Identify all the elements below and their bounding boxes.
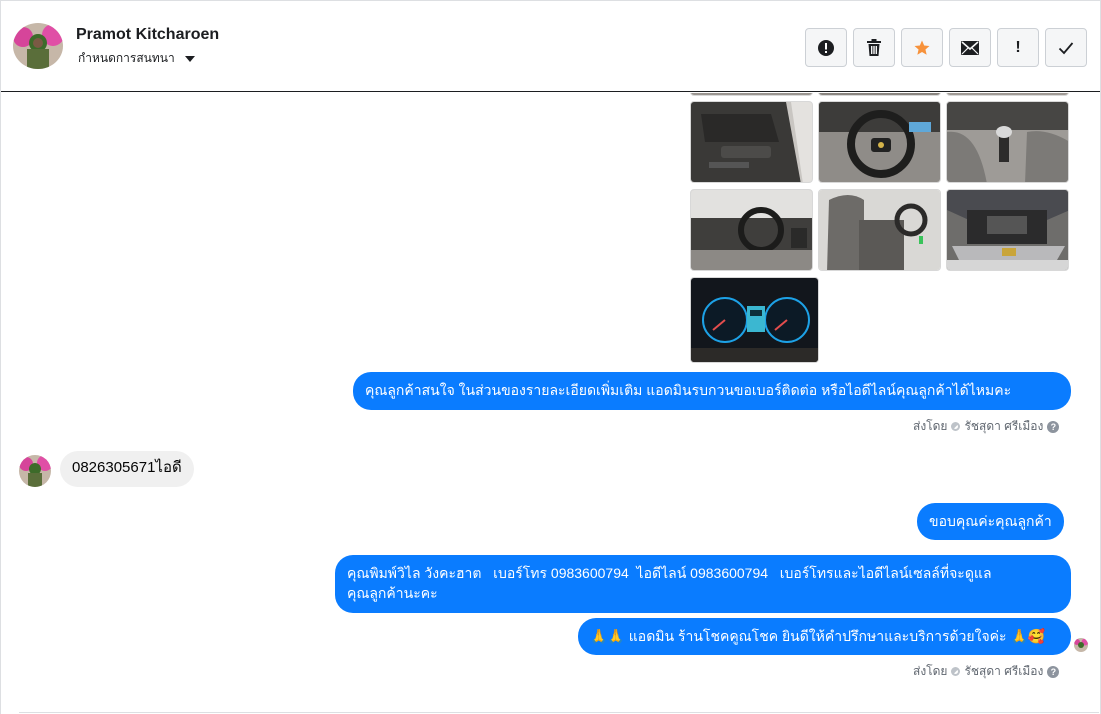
alert-circle-icon <box>818 39 834 56</box>
outgoing-message-thanks[interactable]: ขอบคุณค่ะคุณลูกค้า <box>917 503 1064 540</box>
sent-by-prefix: ส่งโดย <box>913 419 948 433</box>
message-text: คุณลูกค้าสนใจ ในส่วนของรายละเอียดเพิ่มเต… <box>365 382 1012 398</box>
checkmark-icon <box>1058 41 1074 54</box>
sent-by-label: ส่งโดย รัชสุดา ศรีเมือง ? <box>913 662 1060 681</box>
star-icon <box>914 40 930 55</box>
photo-cropped-top[interactable] <box>690 93 813 96</box>
sent-by-agent: รัชสุดา ศรีเมือง <box>964 419 1044 433</box>
photo-cropped-top[interactable] <box>946 93 1069 96</box>
photo-instrument-cluster[interactable] <box>690 277 819 363</box>
conversation-header: Pramot Kitcharoen กำหนดการสนทนา ! <box>1 0 1100 92</box>
trash-icon <box>867 38 881 56</box>
help-icon[interactable]: ? <box>1047 665 1060 678</box>
composer-divider <box>19 712 1099 713</box>
envelope-icon <box>961 40 979 55</box>
message-text-line-1: คุณพิมพ์วิไล วังคะฮาต เบอร์โทร 098360079… <box>347 565 992 581</box>
star-button[interactable] <box>901 28 943 67</box>
contact-avatar[interactable] <box>13 23 63 69</box>
contact-name: Pramot Kitcharoen <box>76 26 220 43</box>
message-text-line-2: คุณลูกค้านะคะ <box>347 585 438 601</box>
emoji-folded-hands: 🙏🙏 <box>590 629 625 645</box>
sent-by-prefix: ส่งโดย <box>913 664 948 678</box>
customer-avatar[interactable] <box>19 455 51 487</box>
follow-up-button[interactable]: ! <box>997 28 1039 67</box>
outgoing-message-request-contact[interactable]: คุณลูกค้าสนใจ ในส่วนของรายละเอียดเพิ่มเต… <box>353 372 1071 410</box>
conversation-panel: Pramot Kitcharoen กำหนดการสนทนา ! คุณลูก… <box>0 0 1101 714</box>
photo-steering-wheel[interactable] <box>818 101 941 183</box>
spam-alert-button[interactable] <box>805 28 847 67</box>
photo-front-seats[interactable] <box>818 189 941 271</box>
message-text: 0826305671ไอดี <box>72 459 182 476</box>
sent-by-agent: รัชสุดา ศรีเมือง <box>964 664 1044 678</box>
outgoing-message-closing[interactable]: 🙏🙏 แอดมิน ร้านโชคคูณโชค ยินดีให้คำปรึกษา… <box>578 618 1071 655</box>
message-thread[interactable]: คุณลูกค้าสนใจ ในส่วนของรายละเอียดเพิ่มเต… <box>1 93 1100 710</box>
header-toolbar: ! <box>805 28 1087 67</box>
emoji-hands-smiling-hearts: 🙏🥰 <box>1010 629 1046 645</box>
incoming-message[interactable]: 0826305671ไอดี <box>60 451 194 487</box>
caret-down-icon <box>184 55 195 62</box>
help-icon[interactable]: ? <box>1047 420 1060 433</box>
message-text: แอดมิน ร้านโชคคูณโชค ยินดีให้คำปรึกษาและ… <box>628 628 1007 644</box>
photo-engine-bay[interactable] <box>946 189 1069 271</box>
message-text: ขอบคุณค่ะคุณลูกค้า <box>929 513 1052 529</box>
assign-conversation-label: กำหนดการสนทนา <box>78 51 175 65</box>
sent-by-label: ส่งโดย รัชสุดา ศรีเมือง ? <box>913 417 1060 436</box>
mark-unread-button[interactable] <box>949 28 991 67</box>
photo-gear-shift[interactable] <box>946 101 1069 183</box>
delete-button[interactable] <box>853 28 895 67</box>
photo-dashboard[interactable] <box>690 189 813 271</box>
agent-status-icon <box>951 667 961 676</box>
agent-status-icon <box>951 422 961 431</box>
photo-cropped-top[interactable] <box>818 93 941 96</box>
exclamation-icon: ! <box>1015 38 1021 56</box>
mark-done-button[interactable] <box>1045 28 1087 67</box>
seen-by-avatar <box>1074 638 1088 652</box>
outgoing-message-contact-details[interactable]: คุณพิมพ์วิไล วังคะฮาต เบอร์โทร 098360079… <box>335 555 1071 613</box>
assign-conversation-dropdown[interactable]: กำหนดการสนทนา <box>78 49 195 68</box>
photo-door-interior[interactable] <box>690 101 813 183</box>
